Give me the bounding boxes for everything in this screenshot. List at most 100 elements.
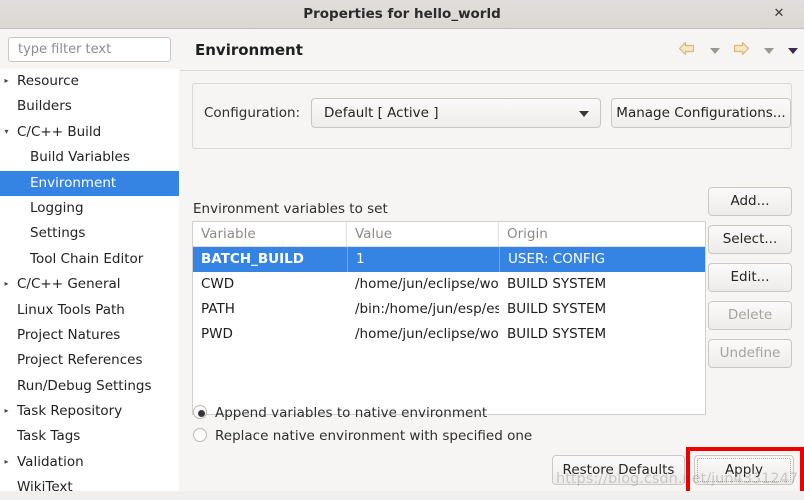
sidebar-item-run-debug-settings[interactable]: Run/Debug Settings: [0, 374, 179, 399]
cell-origin: USER: CONFIG: [499, 247, 705, 272]
chevron-right-icon[interactable]: ▸: [0, 398, 13, 423]
sidebar-item-label: Logging: [30, 199, 84, 216]
sidebar-item-environment[interactable]: Environment: [0, 170, 179, 196]
arrow-left-icon[interactable]: [678, 41, 695, 60]
env-table-caption: Environment variables to set: [193, 201, 388, 217]
tree-spacer-icon: [0, 195, 13, 220]
sidebar-item-build-variables[interactable]: Build Variables: [0, 145, 179, 170]
back-history-chevron-down-icon[interactable]: [709, 47, 720, 54]
chevron-down-icon: [579, 111, 589, 117]
sidebar-item-label: Task Tags: [17, 428, 81, 445]
sidebar-item-label: Run/Debug Settings: [17, 377, 152, 394]
table-header-row: Variable Value Origin: [193, 222, 705, 247]
sidebar-item-tool-chain-editor[interactable]: Tool Chain Editor: [0, 247, 179, 272]
radio-option-replace[interactable]: Replace native environment with specifie…: [193, 428, 532, 444]
manage-configurations-button[interactable]: Manage Configurations...: [611, 98, 791, 128]
cell-value: /home/jun/eclipse/wo: [355, 326, 499, 342]
cell-variable: PWD: [201, 326, 233, 342]
sidebar-item-resource[interactable]: ▸ Resource: [0, 69, 179, 94]
sidebar-item-label: C/C++ General: [17, 276, 121, 293]
edit-button[interactable]: Edit...: [708, 263, 792, 292]
chevron-right-icon[interactable]: ▸: [0, 449, 13, 474]
tree-spacer-icon: [0, 423, 13, 448]
sidebar-item-settings[interactable]: Settings: [0, 221, 179, 246]
table-row[interactable]: CWD/home/jun/eclipse/wo BUILD SYSTEM: [193, 272, 705, 297]
settings-content-panel: Environment Configuration: Default [Act…: [180, 29, 804, 500]
properties-dialog: Properties for hello_world ✕ ▸Resource B…: [0, 0, 804, 500]
cell-origin: BUILD SYSTEM: [507, 326, 607, 342]
configuration-selected-value: Default [ Active ]: [324, 105, 439, 121]
sidebar-item-builders[interactable]: Builders: [0, 94, 179, 119]
cell-value: 1: [347, 247, 499, 272]
tree-spacer-icon: [0, 170, 13, 195]
settings-tree[interactable]: ▸ Resource Builders ▾ C/C++ Build Build Var…: [0, 69, 179, 500]
sidebar-item-label: Resource: [17, 73, 79, 89]
sidebar-item-linux-tools-path[interactable]: Linux Tools Path: [0, 298, 179, 323]
configuration-select[interactable]: Default [ Active ]: [311, 98, 601, 128]
radio-option-label: Append variables to native environment: [215, 405, 488, 421]
radio-button-icon[interactable]: [193, 428, 207, 442]
chevron-right-icon[interactable]: ▸: [0, 271, 13, 296]
sidebar-item-label: Project References: [17, 352, 143, 369]
table-row[interactable]: BATCH_BUILD 1 USER: CONFIG: [193, 247, 705, 272]
column-header-origin[interactable]: Origin: [499, 222, 705, 246]
window-title: Properties for hello_world: [303, 6, 501, 22]
sidebar-item-task-repository[interactable]: ▸ Task Repository: [0, 399, 179, 424]
restore-defaults-button[interactable]: Restore Defaults: [552, 455, 685, 485]
configuration-group: Configuration: Default [ Active ] Manage…: [192, 83, 792, 149]
overflow-chevron-down-icon[interactable]: [788, 47, 798, 54]
sidebar-item-c-c-build[interactable]: ▾ C/C++ Build: [0, 120, 179, 145]
column-header-variable[interactable]: Variable: [193, 222, 347, 246]
tree-spacer-icon: [0, 220, 13, 245]
radio-button-icon[interactable]: [193, 405, 207, 419]
column-header-value[interactable]: Value: [347, 222, 499, 246]
select-button[interactable]: Select...: [708, 225, 792, 254]
forward-history-chevron-down-icon[interactable]: [763, 47, 774, 54]
add-button[interactable]: Add...: [708, 187, 792, 216]
sidebar-item-project-references[interactable]: Project References: [0, 348, 179, 373]
chevron-right-icon[interactable]: ▸: [0, 69, 13, 93]
tree-spacer-icon: [0, 144, 13, 169]
tree-spacer-icon: [0, 373, 13, 398]
search-input[interactable]: [8, 37, 171, 62]
chevron-down-icon[interactable]: ▾: [0, 119, 13, 144]
cell-variable: PATH: [201, 301, 235, 317]
title-bar: Properties for hello_world ✕: [0, 0, 804, 29]
configuration-label: Configuration:: [204, 105, 301, 121]
close-icon[interactable]: ✕: [764, 0, 794, 28]
sidebar-item-label: Validation: [17, 453, 84, 470]
delete-button: Delete: [708, 301, 792, 330]
sidebar-item-label: Project Natures: [17, 326, 121, 343]
cell-variable: CWD: [201, 276, 235, 292]
arrow-right-icon[interactable]: [733, 41, 750, 60]
settings-sidebar: ▸Resource Builders▾C/C++ Build Build Var…: [0, 29, 179, 500]
environment-variables-table[interactable]: Variable Value Origin BATCH_BUILD 1 USER: CO…: [192, 221, 706, 415]
sidebar-item-label: Settings: [30, 225, 86, 242]
sidebar-item-label: Tool Chain Editor: [30, 250, 144, 267]
sidebar-item-label: Build Variables: [30, 149, 130, 166]
cell-origin: BUILD SYSTEM: [507, 276, 607, 292]
sidebar-item-project-natures[interactable]: Project Natures: [0, 323, 179, 348]
sidebar-item-label: Environment: [30, 174, 117, 191]
table-row[interactable]: PATH/bin:/home/jun/esp/es BUILD SYSTEM: [193, 297, 705, 322]
tree-spacer-icon: [0, 297, 13, 322]
cell-variable: BATCH_BUILD: [201, 251, 304, 267]
navigation-toolbar: [669, 41, 798, 59]
radio-option-append[interactable]: Append variables to native environment: [193, 405, 487, 421]
cell-origin: BUILD SYSTEM: [507, 301, 607, 317]
cell-value: /home/jun/eclipse/wo: [355, 276, 499, 292]
radio-option-label: Replace native environment with specifie…: [215, 428, 533, 444]
sidebar-item-task-tags[interactable]: Task Tags: [0, 424, 179, 449]
tree-spacer-icon: [0, 322, 13, 347]
sidebar-item-label: Task Repository: [17, 403, 123, 420]
tree-spacer-icon: [0, 93, 13, 118]
sidebar-item-logging[interactable]: Logging: [0, 196, 179, 221]
bottom-strip: [0, 491, 804, 500]
table-row[interactable]: PWD/home/jun/eclipse/wo BUILD SYSTEM: [193, 322, 705, 347]
sidebar-item-label: C/C++ Build: [17, 123, 102, 140]
apply-button[interactable]: Apply: [694, 455, 794, 485]
sidebar-item-validation[interactable]: ▸ Validation: [0, 450, 179, 475]
page-header: Environment: [180, 29, 804, 71]
undefine-button: Undefine: [708, 339, 792, 368]
sidebar-item-c-c-general[interactable]: ▸ C/C++ General: [0, 272, 179, 297]
